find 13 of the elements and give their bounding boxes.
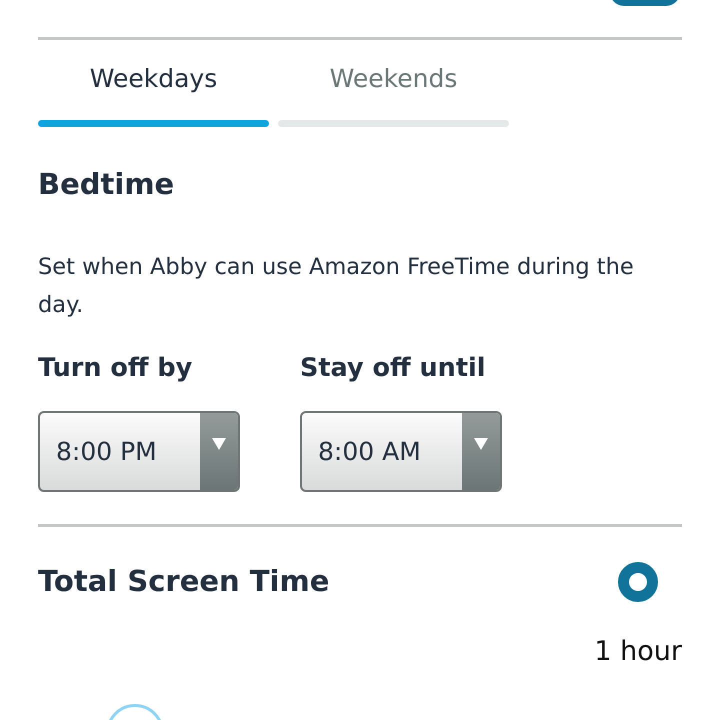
picker-label: Stay off until <box>300 352 487 385</box>
caret-icon <box>474 438 488 450</box>
time-dropdown[interactable]: 8:00 AM <box>300 411 502 492</box>
radio-button[interactable] <box>618 562 658 602</box>
time-dropdown[interactable]: 8:00 PM <box>38 411 240 492</box>
picker-label: Turn off by <box>38 352 194 385</box>
tab[interactable]: Weekends <box>278 40 509 126</box>
time-reading: 1 hour <box>593 634 682 669</box>
tab[interactable]: Weekdays <box>38 40 269 126</box>
section-title: Bedtime <box>38 166 176 202</box>
caret-icon <box>212 438 226 450</box>
description: Set when Abby can use Amazon FreeTime during the day. <box>38 253 635 320</box>
section-title: Total Screen Time <box>38 563 330 600</box>
